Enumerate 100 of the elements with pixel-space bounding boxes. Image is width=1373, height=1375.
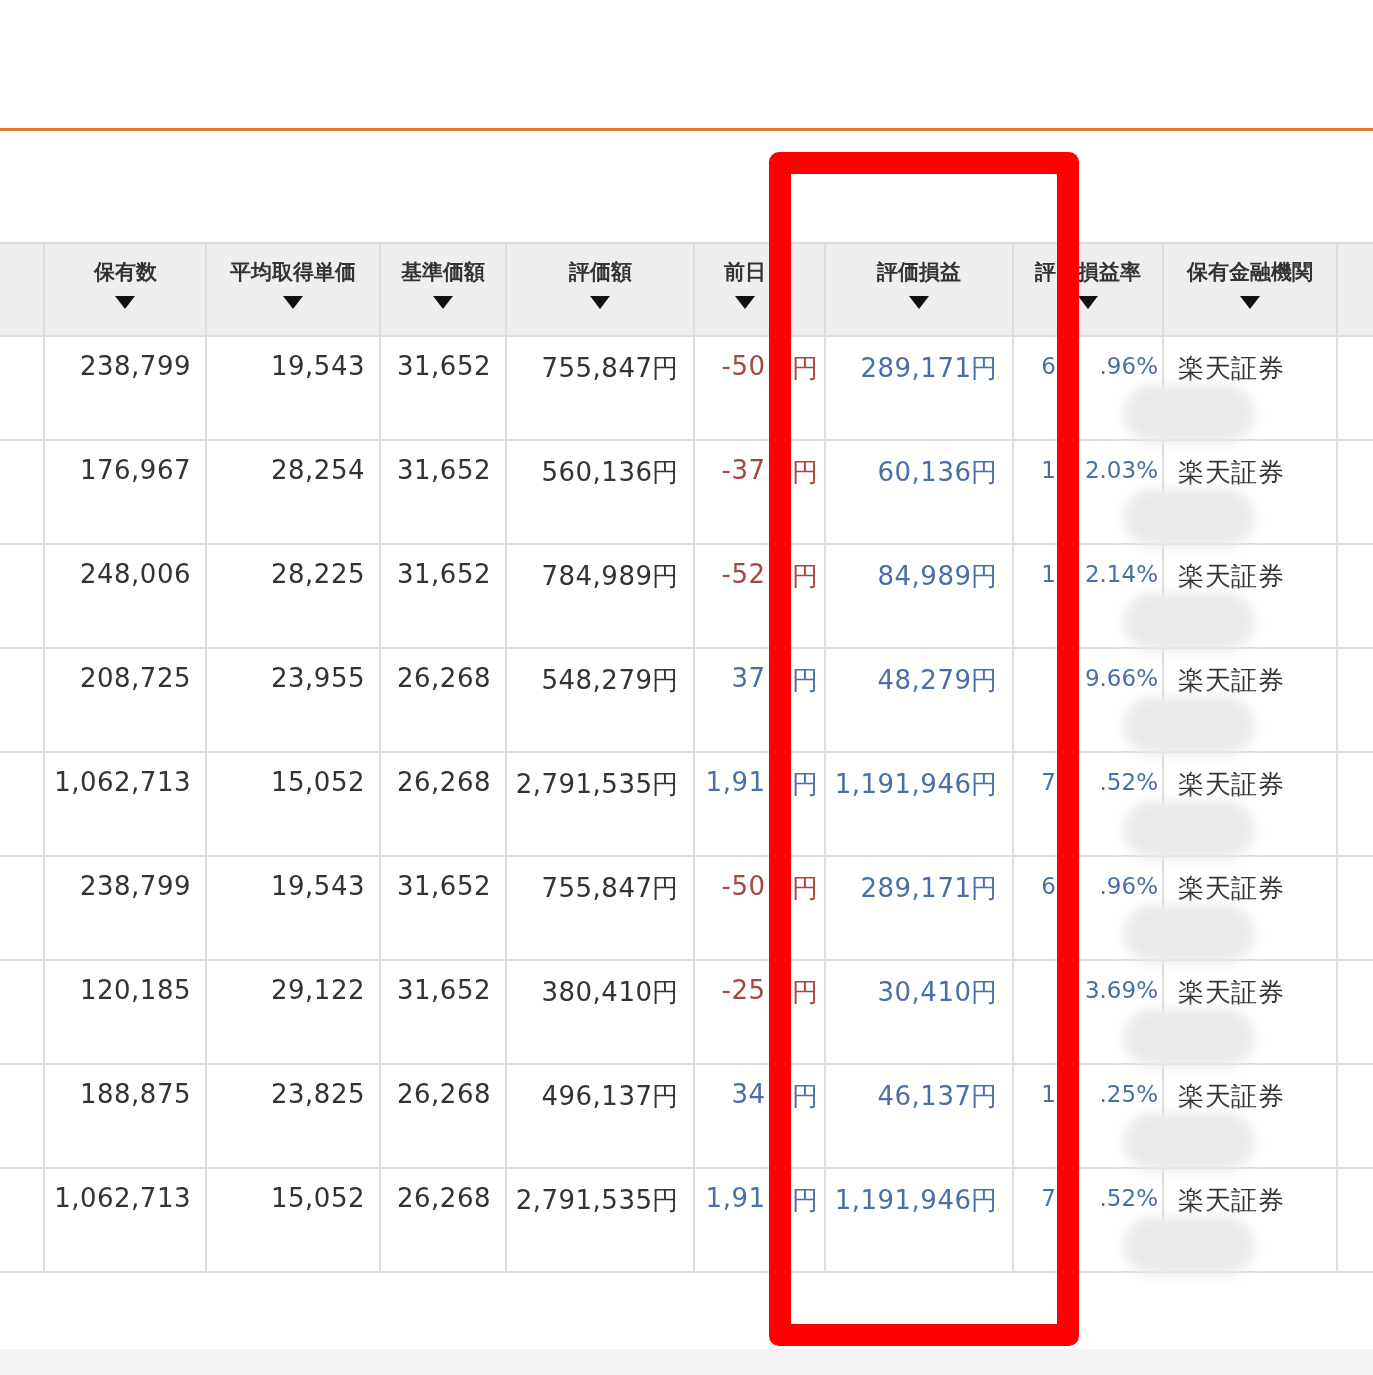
table-cell: 1,91 — [705, 767, 766, 797]
table-cell-text: 楽天証券 — [1178, 560, 1284, 593]
table-cell: 26,268 — [397, 1079, 491, 1109]
table-cell-text: 380,410円 — [541, 976, 679, 1009]
table-cell-text: 3.69% — [1084, 977, 1159, 1003]
table-cell: 23,825 — [271, 1079, 365, 1109]
table-cell-text: 60,136円 — [877, 456, 998, 489]
sort-caret-icon[interactable] — [115, 296, 135, 309]
sort-caret-icon[interactable] — [909, 296, 929, 309]
table-cell: -52 — [721, 559, 766, 589]
table-cell-text: 289,171円 — [860, 352, 998, 385]
table-cell: -50 — [721, 351, 766, 381]
table-cell-text: 784,989円 — [541, 560, 679, 593]
table-cell-text: 円 — [791, 352, 818, 385]
table-cell-text: 2.03% — [1084, 457, 1159, 483]
table-cell: 176,967 — [79, 455, 191, 485]
table-cell-text: 楽天証券 — [1178, 456, 1284, 489]
table-cell-text: .25% — [1099, 1081, 1159, 1107]
table-cell: 31,652 — [397, 871, 491, 901]
table-cell: 1,91 — [705, 1183, 766, 1213]
table-cell-text: 1,191,946円 — [834, 1184, 998, 1217]
table-cell-text: 楽天証券 — [1178, 976, 1284, 1009]
table-cell-text: 楽天証券 — [1178, 1080, 1284, 1113]
table-cell-text: 289,171円 — [860, 872, 998, 905]
table-cell-text: 楽天証券 — [1178, 1184, 1284, 1217]
table-cell: 28,254 — [271, 455, 365, 485]
table-cell-text: .96% — [1099, 873, 1159, 899]
table-cell-text: 円 — [791, 664, 818, 697]
table-cell: 6 — [1041, 873, 1056, 899]
table-cell: 34 — [731, 1079, 766, 1109]
table-cell: 31,652 — [397, 975, 491, 1005]
table-cell: 26,268 — [397, 1183, 491, 1213]
table-cell-text: 円 — [791, 456, 818, 489]
table-cell-text: 548,279円 — [541, 664, 679, 697]
sort-caret-icon[interactable] — [1078, 296, 1098, 309]
table-cell-text: 円 — [791, 1184, 818, 1217]
table-cell: 1,062,713 — [54, 767, 191, 797]
table-cell-text: 楽天証券 — [1178, 768, 1284, 801]
table-cell-text: 48,279円 — [877, 664, 998, 697]
table-cell: 188,875 — [79, 1079, 191, 1109]
table-cell: -25 — [721, 975, 766, 1005]
table-cell: 208,725 — [79, 663, 191, 693]
table-cell: 19,543 — [271, 351, 365, 381]
table-cell: 1,062,713 — [54, 1183, 191, 1213]
table-cell-text: 2,791,535円 — [515, 1184, 679, 1217]
table-cell-text: 円 — [791, 768, 818, 801]
table-cell: 1 — [1041, 1081, 1056, 1107]
table-cell-text: 円 — [791, 560, 818, 593]
sort-caret-icon[interactable] — [433, 296, 453, 309]
table-cell-text: 9.66% — [1084, 665, 1159, 691]
table-cell-text: 755,847円 — [541, 352, 679, 385]
table-cell: 29,122 — [271, 975, 365, 1005]
table-cell: 31,652 — [397, 351, 491, 381]
table-cell-text: 円 — [791, 1080, 818, 1113]
column-header[interactable]: 損益率 — [1078, 258, 1162, 286]
table-cell-text: 1,191,946円 — [834, 768, 998, 801]
table-cell: 120,185 — [79, 975, 191, 1005]
table-cell: 248,006 — [79, 559, 191, 589]
table-cell-text: 46,137円 — [877, 1080, 998, 1113]
sort-caret-icon[interactable] — [283, 296, 303, 309]
table-cell-text: 30,410円 — [877, 976, 998, 1009]
table-cell-text: .52% — [1099, 769, 1159, 795]
column-header[interactable]: 基準価額 — [401, 258, 485, 286]
table-cell-text: .52% — [1099, 1185, 1159, 1211]
table-cell-text: .96% — [1099, 353, 1159, 379]
sort-caret-icon[interactable] — [734, 296, 755, 309]
table-cell: 1 — [1041, 561, 1056, 587]
table-cell-text: 560,136円 — [541, 456, 679, 489]
sort-caret-icon[interactable] — [1240, 296, 1260, 309]
table-cell: 1 — [1041, 457, 1056, 483]
column-header[interactable]: 保有金融機関 — [1187, 258, 1313, 286]
sort-caret-icon[interactable] — [590, 296, 610, 309]
table-cell: 23,955 — [271, 663, 365, 693]
table-cell-text: 496,137円 — [541, 1080, 679, 1113]
table-cell: 26,268 — [397, 767, 491, 797]
table-cell: 26,268 — [397, 663, 491, 693]
table-cell: 31,652 — [397, 559, 491, 589]
table-cell: 31,652 — [397, 455, 491, 485]
column-header[interactable]: 評価額 — [568, 258, 632, 286]
column-header[interactable]: 保有数 — [93, 258, 157, 286]
table-cell-text: 楽天証券 — [1178, 352, 1284, 385]
table-cell-text: 円 — [791, 976, 818, 1009]
table-cell: -50 — [721, 871, 766, 901]
table-cell: 37 — [731, 663, 766, 693]
table-cell: 15,052 — [271, 767, 365, 797]
table-cell-text: 755,847円 — [541, 872, 679, 905]
column-header[interactable]: 評価損益 — [877, 258, 961, 286]
table-cell: -37 — [721, 455, 766, 485]
column-header[interactable]: 評 — [1035, 258, 1056, 286]
table-cell-text: 84,989円 — [877, 560, 998, 593]
table-cell: 6 — [1041, 353, 1056, 379]
table-cell-text: 楽天証券 — [1178, 872, 1284, 905]
table-cell: 7 — [1041, 769, 1056, 795]
column-header[interactable]: 平均取得単価 — [230, 258, 356, 286]
table-cell: 15,052 — [271, 1183, 365, 1213]
table-cell: 238,799 — [79, 871, 191, 901]
table-cell: 238,799 — [79, 351, 191, 381]
table-cell-text: 2,791,535円 — [515, 768, 679, 801]
table-cell-text: 楽天証券 — [1178, 664, 1284, 697]
column-header[interactable]: 前日 — [723, 258, 766, 286]
